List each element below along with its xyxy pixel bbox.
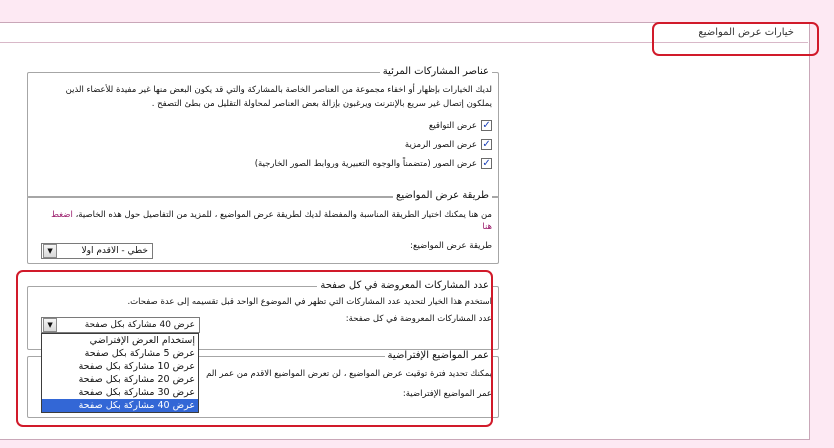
visible-elements-group: عناصر المشاركات المرئية لديك الخيارات بإ…	[27, 66, 499, 198]
option-label: عرض التواقيع	[428, 120, 477, 131]
dropdown-option[interactable]: عرض 30 مشاركة بكل صفحة	[42, 386, 198, 399]
display-mode-select[interactable]: خطي - الأقدم أولاً ▼	[41, 243, 153, 259]
top-band	[0, 0, 834, 22]
dropdown-option[interactable]: عرض 20 مشاركة بكل صفحة	[42, 373, 198, 386]
visible-elements-legend: عناصر المشاركات المرئية	[379, 66, 492, 77]
display-mode-group: طريقة عرض المواضيع من هنا يمكنك اختيار ا…	[27, 190, 499, 264]
visible-elements-desc-1: لديك الخيارات بإظهار أو اخفاء مجموعة من …	[65, 85, 492, 95]
option-images[interactable]: ✓ عرض الصور (متضمناً والوجوه التعبيرية و…	[255, 158, 492, 169]
option-avatars[interactable]: ✓ عرض الصور الرمزية	[405, 139, 492, 150]
dropdown-option[interactable]: عرض 10 مشاركة بكل صفحة	[42, 360, 198, 373]
checkmark-icon[interactable]: ✓	[481, 120, 492, 131]
posts-per-page-dropdown-list[interactable]: إستخدام العرض الإفتراضي عرض 5 مشاركة بكل…	[41, 333, 199, 413]
checkmark-icon[interactable]: ✓	[481, 139, 492, 150]
checkmark-icon[interactable]: ✓	[481, 158, 492, 169]
option-label: عرض الصور الرمزية	[404, 139, 477, 150]
dropdown-arrow-icon[interactable]: ▼	[43, 244, 57, 258]
option-label: عرض الصور (متضمناً والوجوه التعبيرية ورو…	[254, 158, 477, 169]
details-link[interactable]: اضغط	[51, 210, 73, 220]
option-signatures[interactable]: ✓ عرض التواقيع	[429, 120, 492, 131]
display-mode-desc: من هنا يمكنك اختيار الطريقة المناسبة وال…	[51, 210, 492, 220]
dropdown-option[interactable]: عرض 5 مشاركة بكل صفحة	[42, 347, 198, 360]
display-mode-select-label: طريقة عرض المواضيع:	[410, 241, 492, 251]
details-link-here[interactable]: هنا	[482, 222, 492, 232]
visible-elements-desc-2: يملكون إتصال غير سريع بالإنترنت ويرغبون …	[151, 99, 492, 109]
dropdown-option-selected[interactable]: عرض 40 مشاركة بكل صفحة	[42, 399, 198, 412]
display-mode-legend: طريقة عرض المواضيع	[393, 190, 492, 201]
dropdown-option[interactable]: إستخدام العرض الإفتراضي	[42, 334, 198, 347]
title-highlight	[652, 22, 819, 56]
display-mode-value: خطي - الأقدم أولاً	[81, 246, 149, 256]
